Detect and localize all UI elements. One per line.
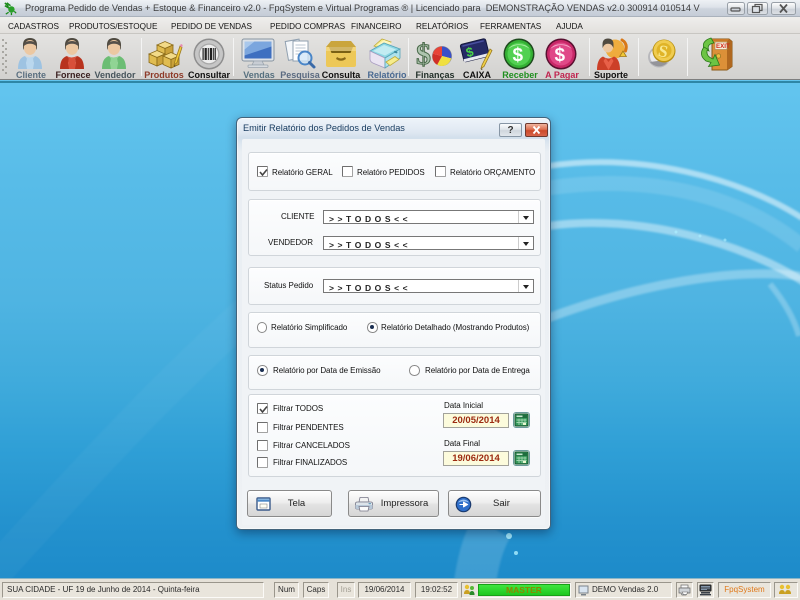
svg-text:$: $ bbox=[555, 45, 566, 66]
svg-text:$: $ bbox=[513, 45, 524, 66]
svg-text:EXIT: EXIT bbox=[716, 43, 730, 50]
svg-text:$: $ bbox=[416, 38, 431, 70]
